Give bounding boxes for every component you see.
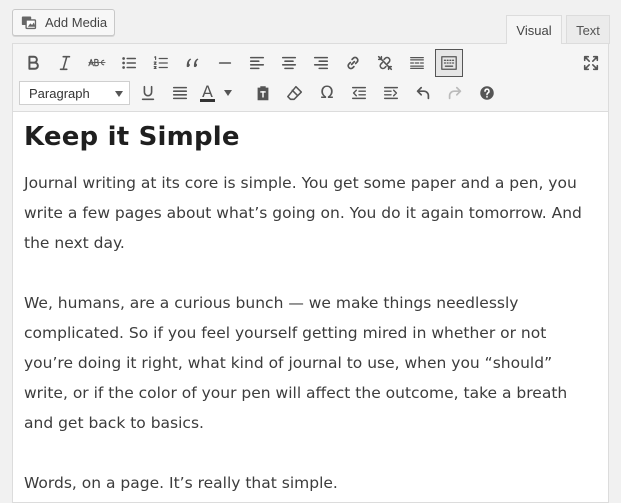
horizontal-line-icon[interactable] <box>211 49 239 77</box>
media-icon <box>21 16 37 30</box>
italic-icon[interactable] <box>51 49 79 77</box>
fullscreen-icon[interactable] <box>577 49 605 77</box>
text-color-glyph: A <box>200 82 215 102</box>
redo-icon[interactable] <box>441 79 469 107</box>
editor-toolbar: Paragraph A Ω <box>13 44 608 112</box>
special-character-icon[interactable]: Ω <box>313 79 341 107</box>
toolbar-toggle-icon[interactable] <box>435 49 463 77</box>
decrease-indent-icon[interactable] <box>345 79 373 107</box>
justify-icon[interactable] <box>166 79 194 107</box>
special-character-glyph: Ω <box>320 83 334 103</box>
underline-icon[interactable] <box>134 79 162 107</box>
strikethrough-icon[interactable] <box>83 49 111 77</box>
tab-visual[interactable]: Visual <box>506 15 562 44</box>
content-heading: Keep it Simple <box>24 122 240 152</box>
tab-visual-label: Visual <box>516 22 552 38</box>
add-media-label: Add Media <box>45 15 108 30</box>
format-select[interactable]: Paragraph <box>19 81 130 105</box>
editor: Paragraph A Ω Keep it Simple Journal wri… <box>12 43 609 503</box>
blockquote-icon[interactable] <box>179 49 207 77</box>
format-select-value: Paragraph <box>29 85 90 101</box>
tab-text-label: Text <box>576 22 600 38</box>
paste-as-text-icon[interactable] <box>249 79 277 107</box>
content-paragraph: We, humans, are a curious bunch — we mak… <box>24 294 568 432</box>
align-center-icon[interactable] <box>275 49 303 77</box>
chevron-down-icon <box>115 91 123 97</box>
text-color-icon[interactable]: A <box>198 79 234 107</box>
help-icon[interactable] <box>473 79 501 107</box>
insert-link-icon[interactable] <box>339 49 367 77</box>
content-paragraph: Journal writing at its core is simple. Y… <box>24 174 582 252</box>
numbered-list-icon[interactable] <box>147 49 175 77</box>
align-left-icon[interactable] <box>243 49 271 77</box>
undo-icon[interactable] <box>409 79 437 107</box>
align-right-icon[interactable] <box>307 49 335 77</box>
increase-indent-icon[interactable] <box>377 79 405 107</box>
bold-icon[interactable] <box>19 49 47 77</box>
tab-text[interactable]: Text <box>566 15 610 44</box>
remove-link-icon[interactable] <box>371 49 399 77</box>
editor-content[interactable]: Keep it Simple Journal writing at its co… <box>13 112 608 498</box>
content-paragraph: Words, on a page. It’s really that simpl… <box>24 474 338 492</box>
clear-formatting-icon[interactable] <box>281 79 309 107</box>
add-media-button[interactable]: Add Media <box>12 9 115 36</box>
bulleted-list-icon[interactable] <box>115 49 143 77</box>
chevron-down-icon <box>223 90 232 96</box>
read-more-icon[interactable] <box>403 49 431 77</box>
